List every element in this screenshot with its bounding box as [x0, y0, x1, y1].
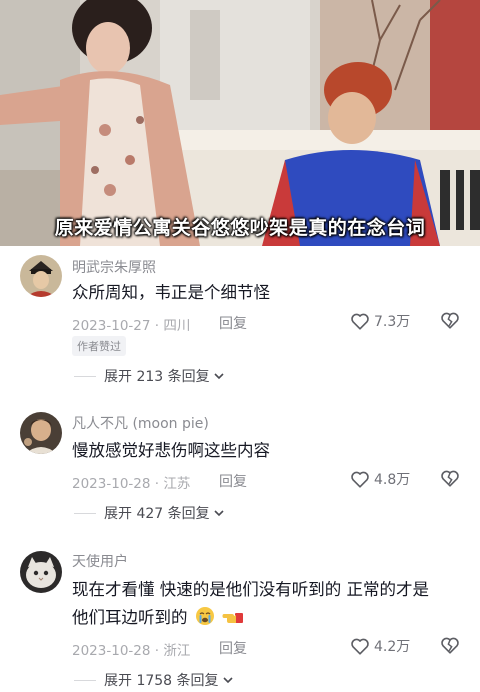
heart-outline-icon: [351, 638, 369, 655]
broken-heart-icon: [441, 312, 459, 329]
comment-date-location: 2023-10-28 · 江苏: [72, 476, 191, 492]
reply-button[interactable]: 回复: [219, 313, 247, 333]
comment-username[interactable]: 天使用户: [72, 551, 128, 571]
video-still: [0, 0, 480, 246]
avatar[interactable]: [20, 551, 62, 593]
pointing-hand-emoji-icon: [222, 613, 243, 623]
like-count: 4.8万: [374, 472, 411, 488]
chevron-down-icon: [214, 373, 224, 380]
heart-outline-icon: [351, 471, 369, 488]
chevron-down-icon: [222, 677, 233, 684]
reply-button[interactable]: 回复: [219, 638, 247, 658]
like-count: 4.2万: [374, 639, 411, 655]
video-subtitle: 原来爱情公寓关谷悠悠吵架是真的在念台词: [54, 217, 426, 239]
comment-item: 天使用户 现在才看懂 快速的是他们没有听到的 正常的才是 他们耳边听到的 202…: [0, 545, 480, 692]
like-button[interactable]: 4.2万: [350, 636, 410, 656]
video-frame[interactable]: 原来爱情公寓关谷悠悠吵架是真的在念台词: [0, 0, 480, 246]
like-count: 7.3万: [374, 314, 411, 330]
expand-replies-label: 展开 427 条回复: [104, 506, 210, 522]
dislike-button[interactable]: [440, 636, 460, 658]
chevron-down-icon: [214, 510, 224, 517]
comment-date-location: 2023-10-28 · 浙江: [72, 643, 191, 659]
avatar[interactable]: [20, 412, 62, 454]
comment-date-location: 2023-10-27 · 四川: [72, 318, 191, 334]
comment-text-line: 现在才看懂 快速的是他们没有听到的 正常的才是: [72, 580, 429, 599]
heart-outline-icon: [351, 313, 369, 330]
divider-line: [74, 512, 96, 514]
comment-text: 众所周知，韦正是个细节怪: [72, 283, 270, 302]
expand-replies-button[interactable]: 展开 427 条回复: [74, 503, 225, 523]
expand-replies-label: 展开 213 条回复: [104, 369, 210, 385]
comment-text: 现在才看懂 快速的是他们没有听到的 正常的才是 他们耳边听到的: [72, 576, 462, 632]
avatar[interactable]: [20, 255, 62, 297]
like-button[interactable]: 7.3万: [350, 311, 410, 331]
author-liked-badge: 作者赞过: [72, 336, 126, 356]
broken-heart-icon: [441, 470, 459, 487]
comment-text: 慢放感觉好悲伤啊这些内容: [72, 441, 270, 460]
expand-replies-button[interactable]: 展开 1758 条回复: [74, 670, 234, 690]
comment-item: 明武宗朱厚照 众所周知，韦正是个细节怪 2023-10-27 · 四川 回复 7…: [0, 246, 480, 386]
dislike-button[interactable]: [440, 469, 460, 491]
comment-item: 凡人不凡 (moon pie) 慢放感觉好悲伤啊这些内容 2023-10-28 …: [0, 405, 480, 535]
reply-button[interactable]: 回复: [219, 471, 247, 491]
broken-heart-icon: [441, 637, 459, 654]
comment-text-line-2: 他们耳边听到的: [72, 604, 462, 632]
crying-face-emoji-icon: [195, 607, 214, 625]
comment-text-line: 他们耳边听到的: [72, 608, 188, 627]
divider-line: [74, 679, 96, 681]
divider-line: [74, 375, 96, 377]
dislike-button[interactable]: [440, 311, 460, 333]
expand-replies-button[interactable]: 展开 213 条回复: [74, 366, 225, 386]
comment-username[interactable]: 凡人不凡 (moon pie): [72, 413, 209, 433]
comment-username[interactable]: 明武宗朱厚照: [72, 257, 156, 277]
like-button[interactable]: 4.8万: [350, 469, 410, 489]
expand-replies-label: 展开 1758 条回复: [104, 673, 219, 689]
